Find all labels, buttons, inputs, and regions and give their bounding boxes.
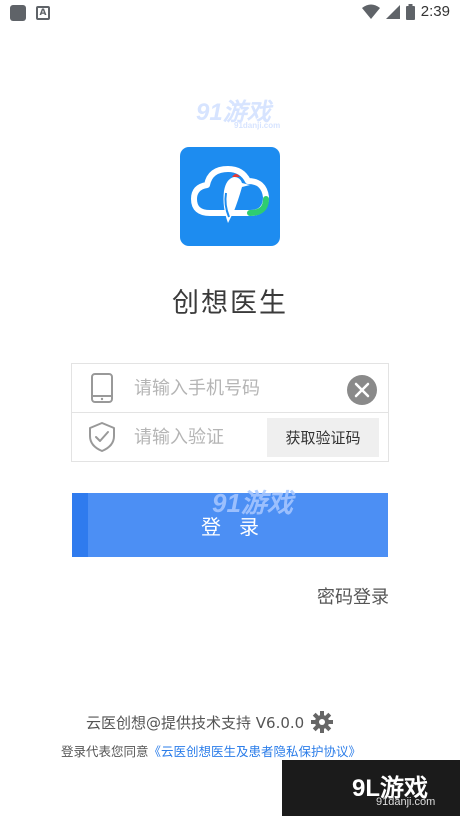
wifi-icon: [361, 4, 380, 19]
code-input[interactable]: [134, 413, 264, 462]
status-left: A: [10, 5, 50, 21]
close-icon: [354, 382, 370, 398]
code-row: 获取验证码: [72, 413, 388, 462]
status-bar: A 2:39: [0, 0, 460, 26]
gear-icon[interactable]: [310, 710, 334, 734]
app-name: 创想医生: [172, 288, 288, 319]
get-code-button[interactable]: 获取验证码: [267, 418, 379, 457]
signal-icon: [385, 4, 400, 19]
watermark-top-sub: 91danji.com: [234, 121, 281, 130]
login-form: 获取验证码: [71, 363, 389, 462]
shield-check-icon: [89, 422, 115, 452]
watermark-top: 91游戏 91danji.com: [196, 92, 280, 130]
tech-support-text: 云医创想@提供技术支持 V6.0.0: [86, 713, 305, 732]
password-login-link[interactable]: 密码登录: [317, 583, 389, 609]
watermark-middle: 91游戏: [212, 488, 293, 518]
battery-icon: [405, 3, 415, 20]
app-logo: [180, 147, 280, 246]
phone-input[interactable]: [134, 364, 344, 413]
status-right: 2:39: [361, 3, 450, 20]
notification-square-icon: [10, 5, 26, 21]
status-time: 2:39: [420, 3, 450, 20]
privacy-agreement-link[interactable]: 《云医创想医生及患者隐私保护协议》: [149, 744, 362, 759]
watermark-corner-sub: 91danji.com: [376, 796, 436, 808]
clear-phone-button[interactable]: [347, 375, 377, 405]
agreement-prefix: 登录代表您同意: [61, 744, 149, 759]
phone-row: [72, 364, 388, 413]
cloud-woodpecker-logo-icon: [191, 166, 269, 223]
a-badge-icon: A: [36, 6, 50, 20]
login-button-shade: [72, 493, 88, 557]
watermark-corner: 9L游戏 91danji.com: [282, 760, 460, 816]
phone-icon: [91, 373, 113, 403]
tech-support: 云医创想@提供技术支持 V6.0.0: [86, 710, 334, 734]
agreement-text: 登录代表您同意《云医创想医生及患者隐私保护协议》: [61, 741, 361, 760]
